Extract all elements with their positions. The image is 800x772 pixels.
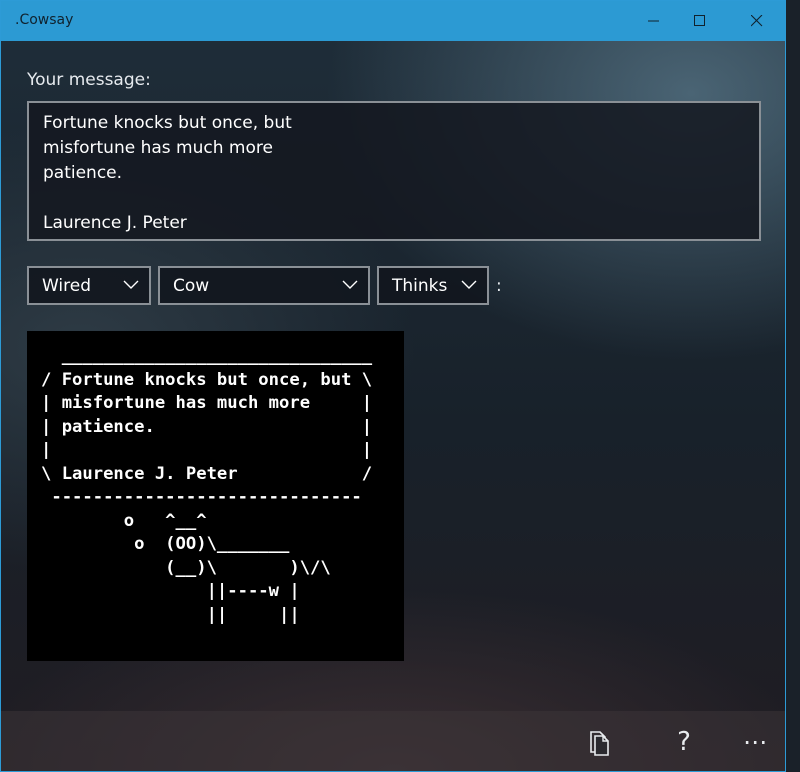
cowsay-output: ______________________________ / Fortune… xyxy=(27,331,404,661)
style-dropdown-value: Wired xyxy=(42,275,92,296)
mode-dropdown[interactable]: Thinks xyxy=(377,266,489,305)
app-window: .Cowsay Your message: Fortune knocks but… xyxy=(0,0,786,772)
copy-button[interactable] xyxy=(569,713,629,771)
maximize-button[interactable] xyxy=(677,1,723,41)
close-button[interactable] xyxy=(734,1,780,41)
chevron-down-icon xyxy=(123,280,139,289)
style-dropdown[interactable]: Wired xyxy=(27,266,151,305)
help-icon: ? xyxy=(677,727,691,757)
more-button[interactable]: ⋯ xyxy=(725,713,785,771)
close-icon xyxy=(751,15,763,27)
colon-label: : xyxy=(496,276,502,296)
message-label: Your message: xyxy=(27,70,151,90)
mode-dropdown-value: Thinks xyxy=(392,275,448,296)
minimize-icon xyxy=(648,20,659,22)
window-title: .Cowsay xyxy=(15,12,74,28)
animal-dropdown-value: Cow xyxy=(173,275,210,296)
more-icon: ⋯ xyxy=(743,728,767,756)
copy-icon xyxy=(590,731,609,756)
help-button[interactable]: ? xyxy=(654,713,714,771)
maximize-icon xyxy=(694,15,705,26)
chevron-down-icon xyxy=(461,280,477,289)
cowsay-ascii-art: ______________________________ / Fortune… xyxy=(41,346,373,625)
title-bar: .Cowsay xyxy=(1,1,785,41)
message-input[interactable]: Fortune knocks but once, but misfortune … xyxy=(27,101,761,241)
chevron-down-icon xyxy=(342,280,358,289)
minimize-button[interactable] xyxy=(631,1,677,41)
animal-dropdown[interactable]: Cow xyxy=(158,266,370,305)
